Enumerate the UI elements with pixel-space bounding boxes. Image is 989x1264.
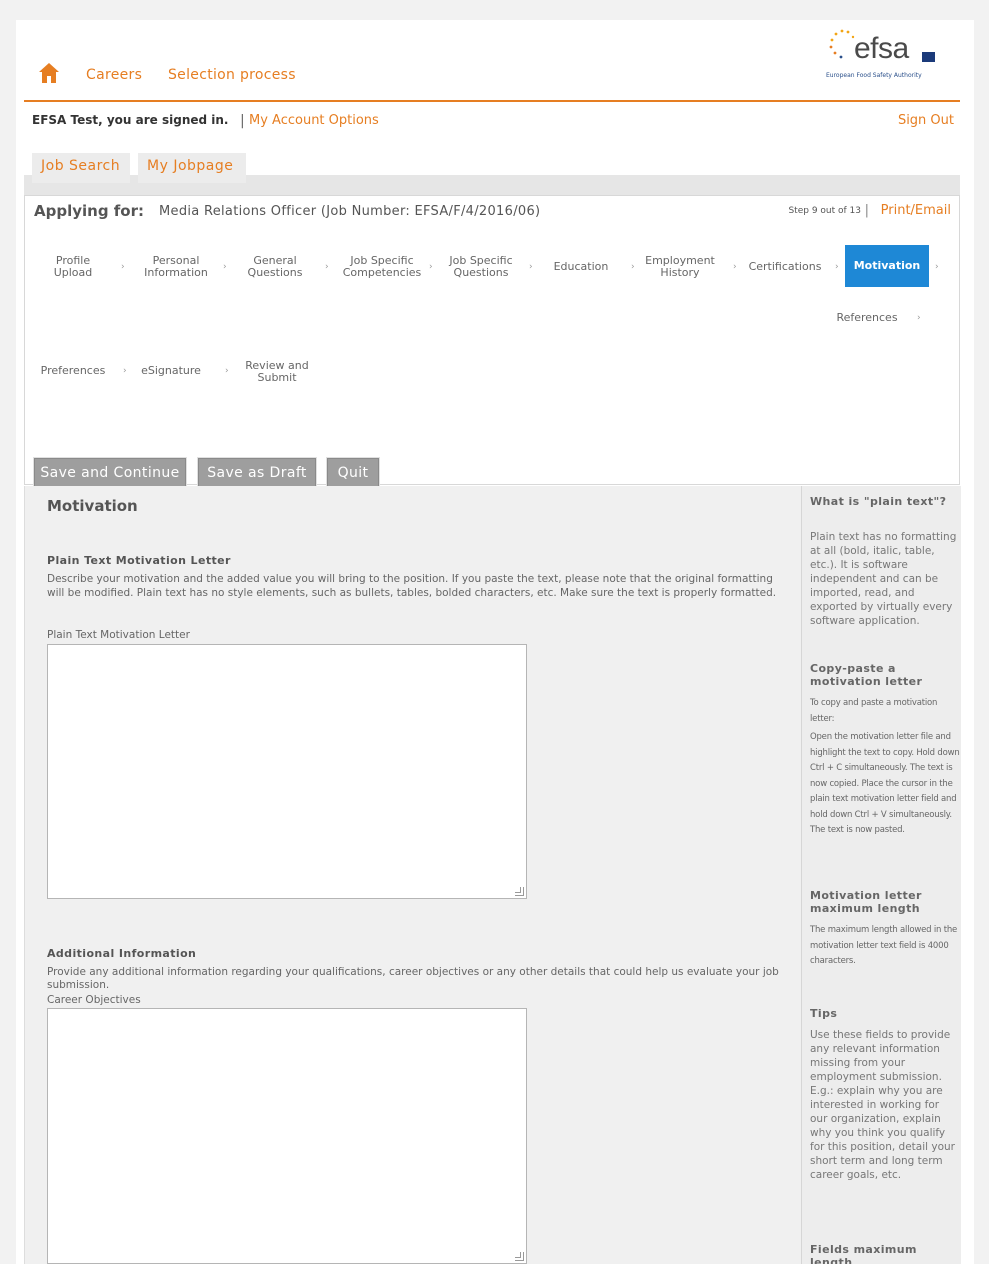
step-general-questions[interactable]: General Questions [243, 255, 307, 279]
additional-information-description: Provide any additional information regar… [47, 966, 779, 991]
step-profile-upload[interactable]: Profile Upload [45, 255, 101, 279]
chevron-right-icon: › [733, 262, 737, 272]
chevron-right-icon: › [225, 366, 229, 376]
help-plain-text-body: Plain text has no formatting at all (bol… [810, 531, 957, 627]
applying-for-label: Applying for: [34, 202, 145, 220]
motivation-letter-label: Plain Text Motivation Letter [47, 629, 190, 641]
resize-handle-icon[interactable] [515, 887, 524, 896]
eu-flag-icon [922, 52, 935, 62]
chevron-right-icon: › [529, 262, 533, 272]
home-icon[interactable] [38, 62, 60, 84]
motivation-letter-description: Describe your motivation and the added v… [47, 573, 777, 599]
step-motivation[interactable]: Motivation [845, 245, 929, 287]
print-email-link[interactable]: Print/Email [881, 203, 951, 218]
efsa-logo[interactable]: efsa European Food Safety Authority [826, 28, 946, 88]
step-job-specific-competencies[interactable]: Job Specific Competencies [337, 255, 427, 279]
step-references[interactable]: References [829, 312, 905, 324]
header-divider [24, 100, 960, 102]
chevron-right-icon: › [835, 262, 839, 272]
help-copy-paste-intro: To copy and paste a motivation letter: [810, 698, 938, 724]
account-separator: | [240, 113, 245, 129]
nav-careers-link[interactable]: Careers [86, 67, 142, 83]
save-and-continue-button[interactable]: Save and Continue [33, 457, 187, 489]
chevron-right-icon: › [123, 366, 127, 376]
chevron-right-icon: › [121, 262, 125, 272]
help-sidebar: What is "plain text"? Plain text has no … [801, 486, 961, 1264]
chevron-right-icon: › [429, 262, 433, 272]
tab-my-jobpage[interactable]: My Jobpage [138, 153, 246, 183]
additional-information-heading: Additional Information [47, 947, 197, 960]
motivation-letter-textarea[interactable] [47, 644, 527, 899]
top-nav: Careers Selection process efsa European … [16, 20, 974, 102]
motivation-letter-heading: Plain Text Motivation Letter [47, 554, 231, 567]
resize-handle-icon[interactable] [515, 1252, 524, 1261]
step-job-specific-questions[interactable]: Job Specific Questions [443, 255, 519, 279]
help-fields-max-heading: Fields maximum length [810, 1243, 917, 1264]
logo-subtitle: European Food Safety Authority [826, 72, 922, 79]
chevron-right-icon: › [325, 262, 329, 272]
sign-out-link[interactable]: Sign Out [898, 113, 954, 128]
help-max-length-heading: Motivation letter maximum length [810, 889, 922, 915]
signed-in-text: EFSA Test, you are signed in. [32, 113, 229, 127]
help-copy-paste-heading: Copy-paste a motivation letter [810, 662, 923, 688]
help-max-length-body: The maximum length allowed in the motiva… [810, 925, 958, 966]
chevron-right-icon: › [223, 262, 227, 272]
help-tips-heading: Tips [810, 1007, 838, 1020]
quit-button[interactable]: Quit [326, 457, 380, 489]
career-objectives-textarea[interactable] [47, 1008, 527, 1264]
step-review-and-submit[interactable]: Review and Submit [239, 360, 315, 384]
help-tips-body: Use these fields to provide any relevant… [810, 1029, 955, 1181]
chevron-right-icon: › [631, 262, 635, 272]
step-employment-history[interactable]: Employment History [641, 255, 719, 279]
print-separator: | [864, 203, 869, 218]
tab-job-search[interactable]: Job Search [32, 153, 130, 183]
nav-selection-process-link[interactable]: Selection process [168, 67, 296, 83]
step-education[interactable]: Education [547, 261, 615, 273]
step-esignature[interactable]: eSignature [139, 365, 203, 377]
help-plain-text-heading: What is "plain text"? [810, 495, 947, 508]
page: Careers Selection process efsa European … [16, 20, 974, 1264]
section-title: Motivation [47, 497, 138, 515]
logo-wordmark: efsa [854, 32, 909, 65]
help-copy-paste-body: Open the motivation letter file and high… [810, 732, 960, 835]
chevron-right-icon: › [935, 262, 939, 272]
job-title: Media Relations Officer (Job Number: EFS… [159, 204, 541, 219]
chevron-right-icon: › [917, 313, 921, 323]
save-as-draft-button[interactable]: Save as Draft [197, 457, 317, 489]
step-counter: Step 9 out of 13 [788, 206, 861, 216]
main-column: Motivation Plain Text Motivation Letter … [25, 486, 799, 1264]
form-area: Motivation Plain Text Motivation Letter … [24, 486, 961, 1264]
my-account-options-link[interactable]: My Account Options [249, 113, 379, 128]
career-objectives-label: Career Objectives [47, 994, 141, 1006]
application-panel: Applying for: Media Relations Officer (J… [24, 195, 960, 489]
step-preferences[interactable]: Preferences [35, 365, 111, 377]
step-certifications[interactable]: Certifications [743, 261, 827, 273]
step-personal-information[interactable]: Personal Information [135, 255, 217, 279]
